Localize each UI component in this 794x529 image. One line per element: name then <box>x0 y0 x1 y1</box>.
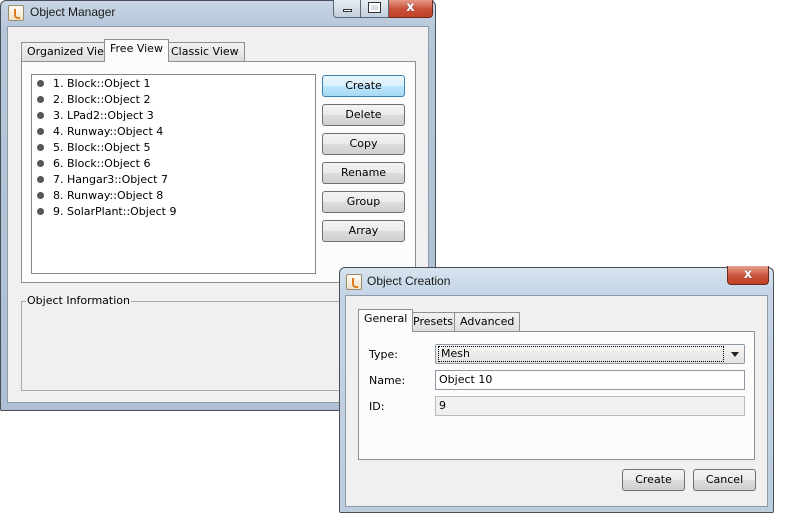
bullet-icon <box>37 112 44 119</box>
rename-button[interactable]: Rename <box>322 162 405 184</box>
list-item-label: 9. SolarPlant::Object 9 <box>53 205 177 218</box>
list-item[interactable]: 6. Block::Object 6 <box>36 156 150 172</box>
java-app-icon <box>346 274 362 290</box>
object-creation-window: Object Creation x General Presets Advanc… <box>339 266 774 513</box>
list-item[interactable]: 8. Runway::Object 8 <box>36 188 163 204</box>
id-field: 9 <box>435 396 745 416</box>
array-button[interactable]: Array <box>322 220 405 242</box>
bullet-icon <box>37 96 44 103</box>
bullet-icon <box>37 160 44 167</box>
tab-classic-view[interactable]: Classic View <box>165 42 245 62</box>
group-button[interactable]: Group <box>322 191 405 213</box>
object-list[interactable]: 1. Block::Object 1 2. Block::Object 2 3.… <box>31 74 316 274</box>
type-label: Type: <box>369 348 398 361</box>
list-item[interactable]: 5. Block::Object 5 <box>36 140 150 156</box>
maximize-button[interactable] <box>361 0 389 18</box>
object-creation-title: Object Creation <box>367 274 451 288</box>
object-creation-client: General Presets Advanced Type: Mesh Name… <box>345 295 768 507</box>
name-label: Name: <box>369 374 406 387</box>
list-item-label: 5. Block::Object 5 <box>53 141 151 154</box>
list-item[interactable]: 4. Runway::Object 4 <box>36 124 163 140</box>
dialog-create-button[interactable]: Create <box>622 469 685 491</box>
object-manager-titlebar[interactable]: Object Manager x <box>0 0 436 26</box>
bullet-icon <box>37 208 44 215</box>
free-view-panel: 1. Block::Object 1 2. Block::Object 2 3.… <box>21 61 416 283</box>
tab-general[interactable]: General <box>358 309 414 332</box>
bullet-icon <box>37 80 44 87</box>
bullet-icon <box>37 176 44 183</box>
type-combobox[interactable]: Mesh <box>435 344 745 364</box>
list-item-label: 8. Runway::Object 8 <box>53 189 164 202</box>
tab-free-view[interactable]: Free View <box>104 39 169 62</box>
close-icon: x <box>406 0 415 15</box>
object-creation-titlebar[interactable]: Object Creation x <box>339 266 774 293</box>
dialog-cancel-button[interactable]: Cancel <box>693 469 756 491</box>
tab-advanced[interactable]: Advanced <box>454 312 521 332</box>
list-item[interactable]: 1. Block::Object 1 <box>36 76 150 92</box>
dialog-close-button[interactable]: x <box>727 266 769 285</box>
create-button[interactable]: Create <box>322 75 405 97</box>
object-manager-title: Object Manager <box>30 5 116 19</box>
minimize-icon <box>343 9 352 12</box>
chevron-down-icon[interactable] <box>731 352 739 357</box>
list-item-label: 7. Hangar3::Object 7 <box>53 173 168 186</box>
name-input[interactable]: Object 10 <box>435 370 745 390</box>
dialog-caption-buttons: x <box>727 266 769 285</box>
list-item[interactable]: 7. Hangar3::Object 7 <box>36 172 168 188</box>
close-button[interactable]: x <box>389 0 433 18</box>
copy-button[interactable]: Copy <box>322 133 405 155</box>
general-panel: Type: Mesh Name: Object 10 ID: 9 <box>358 331 755 460</box>
minimize-button[interactable] <box>333 0 361 18</box>
caption-buttons: x <box>333 0 433 18</box>
list-item-label: 6. Block::Object 6 <box>53 157 151 170</box>
object-information-title: Object Information <box>26 294 131 307</box>
id-label: ID: <box>369 400 385 413</box>
list-item[interactable]: 9. SolarPlant::Object 9 <box>36 204 176 220</box>
tab-presets[interactable]: Presets <box>407 312 460 332</box>
bullet-icon <box>37 192 44 199</box>
bullet-icon <box>37 144 44 151</box>
list-item-label: 1. Block::Object 1 <box>53 77 151 90</box>
delete-button[interactable]: Delete <box>322 104 405 126</box>
type-combobox-value: Mesh <box>438 346 724 362</box>
list-item[interactable]: 3. LPad2::Object 3 <box>36 108 154 124</box>
close-icon: x <box>743 267 753 282</box>
list-item[interactable]: 2. Block::Object 2 <box>36 92 150 108</box>
list-item-label: 4. Runway::Object 4 <box>53 125 164 138</box>
maximize-icon <box>368 2 381 13</box>
bullet-icon <box>37 128 44 135</box>
list-item-label: 2. Block::Object 2 <box>53 93 151 106</box>
java-app-icon <box>8 5 24 21</box>
list-item-label: 3. LPad2::Object 3 <box>53 109 154 122</box>
